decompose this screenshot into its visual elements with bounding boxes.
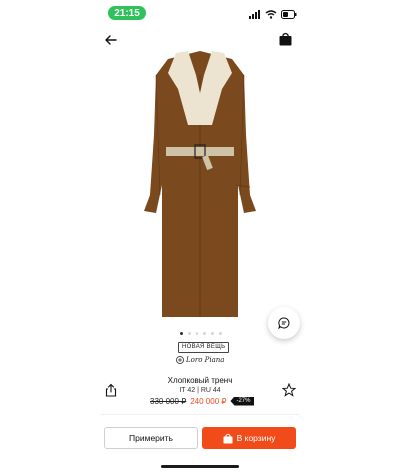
home-indicator[interactable]	[161, 465, 239, 468]
chat-icon	[278, 317, 290, 329]
coat-illustration	[144, 51, 256, 317]
brand-logo-icon	[176, 356, 184, 364]
try-on-label: Примерить	[129, 433, 173, 443]
product-size: IT 42 | RU 44	[179, 387, 221, 394]
brand-name: Loro Piana	[186, 356, 225, 364]
wifi-icon	[265, 9, 277, 19]
back-button[interactable]	[102, 32, 120, 48]
add-to-cart-button[interactable]: В корзину	[202, 427, 296, 449]
try-on-button[interactable]: Примерить	[104, 427, 198, 449]
product-image[interactable]	[138, 45, 263, 325]
product-title: Хлопковый тренч	[167, 376, 233, 385]
gallery-dot[interactable]	[187, 332, 191, 335]
new-item-badge: НОВАЯ ВЕЩЬ	[178, 342, 230, 353]
status-time: 21:15	[108, 6, 146, 20]
gallery-dot[interactable]	[180, 332, 183, 335]
discount-badge: -27%	[230, 396, 255, 406]
cart-icon	[223, 433, 233, 443]
shopping-bag-icon	[279, 32, 291, 46]
battery-icon	[281, 9, 297, 19]
add-to-cart-label: В корзину	[236, 433, 276, 443]
signal-icon	[249, 9, 260, 19]
gallery-dot[interactable]	[211, 332, 215, 335]
favorite-button[interactable]	[281, 382, 297, 397]
gallery-dot[interactable]	[203, 332, 207, 335]
gallery-pagination[interactable]	[180, 332, 222, 336]
share-icon	[105, 383, 117, 397]
gallery-dot[interactable]	[195, 332, 199, 335]
status-icons	[249, 8, 299, 20]
price-block: 330 000 ₽ 240 000 ₽ -27%	[150, 396, 255, 406]
new-price: 240 000 ₽	[190, 396, 227, 406]
old-price: 330 000 ₽	[150, 396, 187, 406]
back-arrow-icon	[105, 35, 117, 45]
star-icon	[281, 382, 297, 397]
divider	[100, 414, 300, 415]
shopping-bag-button[interactable]	[276, 30, 294, 48]
brand-logo[interactable]: Loro Piana	[176, 353, 226, 367]
gallery-dot[interactable]	[219, 332, 222, 335]
chat-button[interactable]	[268, 307, 300, 339]
share-button[interactable]	[104, 383, 118, 397]
